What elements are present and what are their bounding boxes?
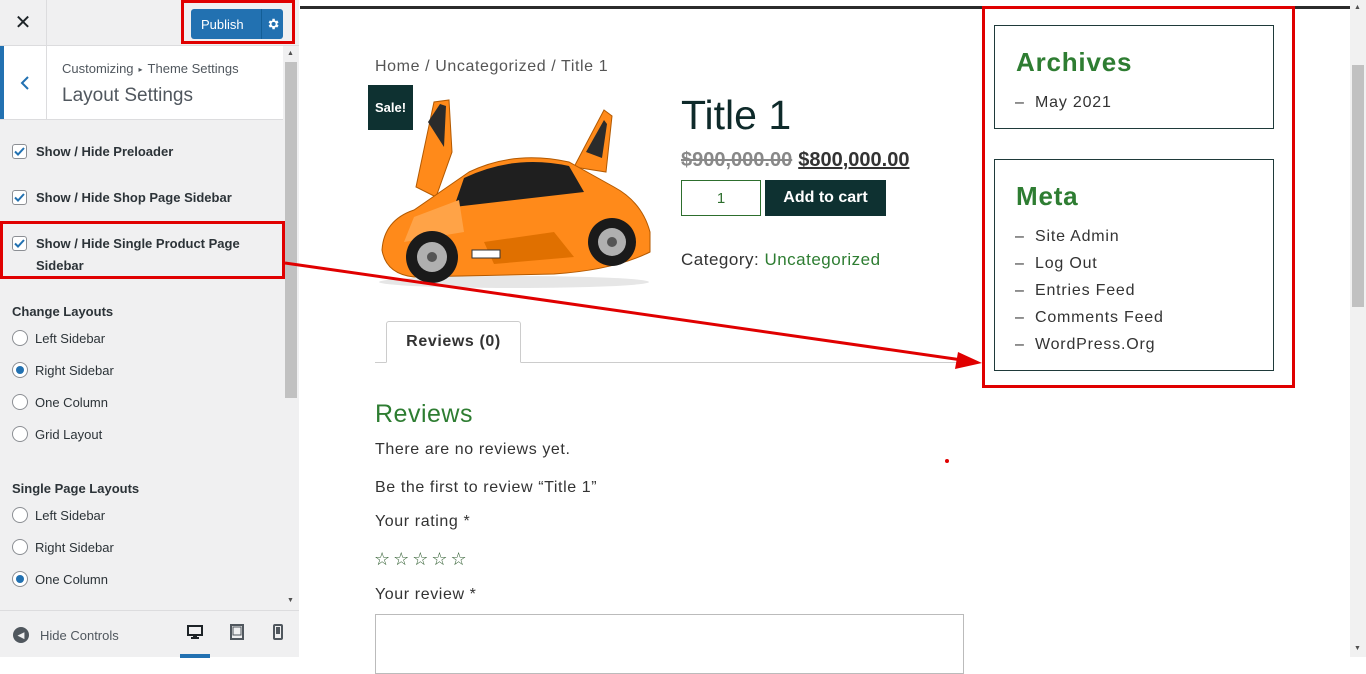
single-left-sidebar-radio[interactable] [12,507,28,523]
single-right-sidebar-label[interactable]: Right Sidebar [35,540,114,555]
sale-badge: Sale! [368,85,413,130]
product-breadcrumb[interactable]: Home / Uncategorized / Title 1 [375,58,608,76]
layout-right-sidebar-radio[interactable] [12,362,28,378]
single-product-highlight-box [0,221,285,279]
desktop-icon [187,625,203,639]
collapse-left-icon: ◀ [13,627,29,643]
preloader-checkbox[interactable] [12,144,27,159]
triangle-right-icon: ▸ [138,65,143,74]
sale-price: $800,000.00 [798,149,910,171]
product-price: $900,000.00 $800,000.00 [681,149,909,172]
category-link[interactable]: Uncategorized [764,250,880,269]
layout-grid-label[interactable]: Grid Layout [35,427,102,442]
close-icon: ✕ [14,12,32,34]
publish-highlight-box [181,0,295,44]
no-reviews-text: There are no reviews yet. [375,441,571,458]
add-to-cart-button[interactable]: Add to cart [765,180,886,216]
preview-scroll-thumb[interactable] [1352,65,1364,307]
customizer-footer: ◀ Hide Controls [0,610,299,658]
tab-reviews[interactable]: Reviews (0) [386,321,521,363]
site-preview: ▲ ▼ Home / Uncategorized / Title 1 Sale!… [300,0,1366,674]
rating-label: Your rating * [375,513,471,530]
preview-desktop-button[interactable] [180,624,210,658]
layout-one-column-radio[interactable] [12,394,28,410]
single-left-sidebar-label[interactable]: Left Sidebar [35,508,105,523]
quantity-input[interactable]: 1 [681,180,761,216]
customizer-panel: ✕ Publish Customizing ▸ Theme Settings Lay… [0,0,299,658]
scroll-up-icon[interactable]: ▲ [287,50,294,57]
product-image[interactable] [374,92,658,292]
rating-stars[interactable]: ☆☆☆☆☆ [374,549,470,570]
preview-scrollbar[interactable]: ▲ ▼ [1350,0,1366,657]
preview-tablet-button[interactable] [222,624,252,656]
single-right-sidebar-radio[interactable] [12,539,28,555]
close-customizer-button[interactable]: ✕ [0,0,47,45]
layout-left-sidebar-radio[interactable] [12,330,28,346]
annotation-dot [945,459,949,463]
old-price: $900,000.00 [681,149,793,171]
preloader-checkbox-label[interactable]: Show / Hide Preloader [36,141,173,163]
scroll-up-icon[interactable]: ▲ [1354,4,1361,11]
layout-one-column-label[interactable]: One Column [35,395,108,410]
panel-title: Layout Settings [62,85,193,106]
review-label: Your review * [375,586,477,603]
product-title: Title 1 [681,92,792,138]
single-one-column-label[interactable]: One Column [35,572,108,587]
be-first-text: Be the first to review “Title 1” [375,479,598,496]
single-page-layouts-title: Single Page Layouts [12,481,140,496]
layout-right-sidebar-label[interactable]: Right Sidebar [35,363,114,378]
hide-controls-button[interactable]: ◀ Hide Controls [13,627,119,643]
layout-left-sidebar-label[interactable]: Left Sidebar [35,331,105,346]
shop-sidebar-checkbox-label[interactable]: Show / Hide Shop Page Sidebar [36,187,232,209]
panel-scrollbar[interactable]: ▲ ▼ [283,46,299,610]
layout-grid-radio[interactable] [12,426,28,442]
mobile-icon [273,624,283,640]
checkmark-icon [14,147,25,156]
panel-scroll-thumb[interactable] [285,62,297,398]
section-header: Customizing ▸ Theme Settings Layout Settin… [0,46,283,120]
product-category: Category: Uncategorized [681,250,881,269]
scroll-down-icon[interactable]: ▼ [1354,645,1361,652]
tablet-icon [230,624,244,640]
change-layouts-title: Change Layouts [12,304,114,319]
preview-mobile-button[interactable] [263,624,293,656]
single-one-column-radio[interactable] [12,571,28,587]
reviews-heading: Reviews [375,400,473,428]
shop-sidebar-checkbox[interactable] [12,190,27,205]
customizer-breadcrumb: Customizing ▸ Theme Settings [62,61,239,76]
sidebar-highlight-box [982,6,1295,388]
review-textarea[interactable] [375,614,964,674]
chevron-left-icon [20,75,29,90]
scroll-down-icon[interactable]: ▼ [287,597,294,604]
back-button[interactable] [0,46,47,119]
checkmark-icon [14,193,25,202]
